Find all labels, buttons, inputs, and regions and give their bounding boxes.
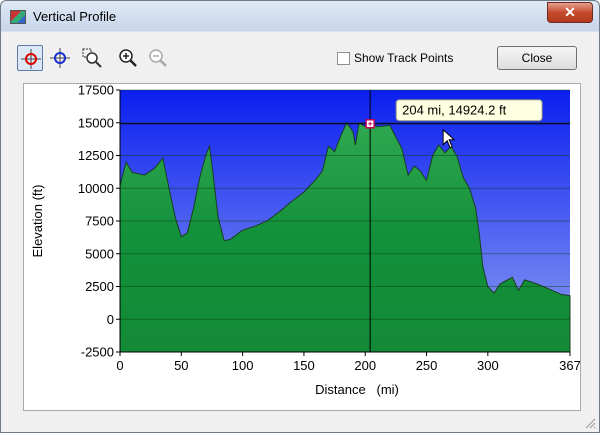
zoom-in-icon (119, 49, 137, 67)
zoom-out-tool-button[interactable] (145, 45, 171, 71)
y-axis-ticks: 17500 15000 12500 10000 7500 5000 2500 0 -2500 (78, 83, 120, 360)
cursor-marker[interactable] (365, 118, 375, 129)
elevation-profile-chart[interactable]: 175001500012500100007500500025000-2500 0… (24, 83, 581, 410)
y-tick-label: 12500 (78, 148, 114, 163)
x-tick-label: 100 (232, 358, 254, 373)
crosshair-blue-icon (50, 48, 70, 68)
crosshair-red-tool-button[interactable] (17, 45, 43, 71)
window-close-button[interactable]: ✕ (547, 2, 593, 23)
x-tick-label: 50 (174, 358, 188, 373)
zoom-out-icon (149, 49, 167, 67)
y-axis-label: Elevation (ft) (30, 185, 45, 258)
close-button[interactable]: Close (497, 46, 577, 70)
title-bar[interactable]: Vertical Profile ✕ (1, 1, 599, 32)
zoom-in-tool-button[interactable] (115, 45, 141, 71)
x-tick-label: 367 (559, 358, 580, 373)
x-tick-label: 300 (477, 358, 499, 373)
x-tick-label: 200 (354, 358, 376, 373)
vertical-profile-window: Vertical Profile ✕ Show Track Points Clo… (0, 0, 600, 433)
x-axis-label: Distance (mi) (315, 382, 399, 397)
crosshair-blue-tool-button[interactable] (47, 45, 73, 71)
y-tick-label: 15000 (78, 115, 114, 130)
crosshair-red-icon (21, 49, 41, 69)
resize-grip-icon[interactable] (584, 417, 596, 429)
x-tick-label: 150 (293, 358, 315, 373)
app-icon (10, 10, 26, 24)
window-title: Vertical Profile (33, 9, 117, 24)
y-tick-label: 2500 (85, 279, 114, 294)
cursor-tooltip: 204 mi, 14924.2 ft (395, 99, 543, 122)
y-tick-label: 5000 (85, 246, 114, 261)
cursor-tooltip-text: 204 mi, 14924.2 ft (402, 103, 506, 118)
y-tick-label: 7500 (85, 214, 114, 229)
y-tick-label: -2500 (81, 345, 114, 360)
zoom-region-icon (82, 48, 102, 68)
toolbar: Show Track Points Close (17, 45, 579, 73)
x-tick-label: 0 (116, 358, 123, 373)
y-tick-label: 0 (107, 312, 114, 327)
profile-plot-frame: 17500 15000 12500 10000 7500 5000 2500 0 -2500 0… (23, 83, 581, 411)
zoom-region-tool-button[interactable] (79, 45, 105, 71)
y-tick-label: 17500 (78, 84, 114, 98)
show-track-points-label: Show Track Points (354, 51, 454, 65)
y-tick-label: 10000 (78, 181, 114, 196)
x-axis-ticks: 0 50 100 150 200 250 300 367 (116, 352, 581, 373)
x-tick-label: 250 (416, 358, 438, 373)
show-track-points-checkbox[interactable] (337, 52, 350, 65)
